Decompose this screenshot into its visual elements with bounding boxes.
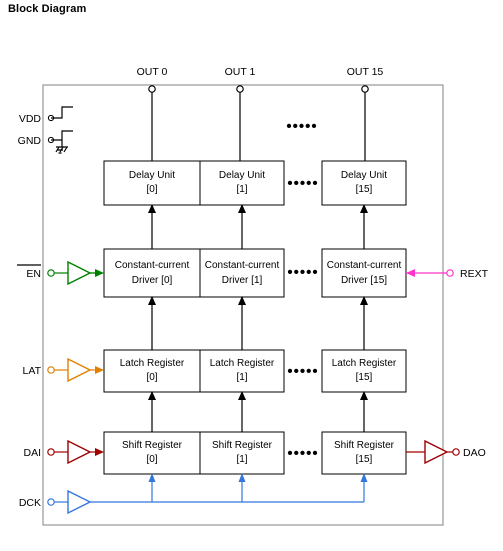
output-pin-1	[236, 85, 244, 93]
output-label-0: OUT 0	[137, 66, 168, 78]
latch-label-15-line2: [15]	[356, 372, 373, 383]
shift-block-1	[199, 431, 285, 475]
shift-label-1-line1: Shift Register	[212, 440, 273, 451]
output-label-1: OUT 1	[225, 66, 256, 78]
rext-label: REXT	[460, 268, 489, 280]
latch-label-0-line1: Latch Register	[120, 358, 185, 369]
latch-block-15	[321, 349, 407, 393]
gnd-label: GND	[18, 135, 42, 147]
shift-label-15-line2: [15]	[356, 454, 373, 465]
shift-label-0-line1: Shift Register	[122, 440, 183, 451]
delay-unit-label-15-line1: Delay Unit	[341, 170, 387, 181]
delay-unit-label-1-line1: Delay Unit	[219, 170, 265, 181]
en-pin	[47, 269, 55, 277]
dai-pin	[47, 448, 55, 456]
delay-unit-label-15-line2: [15]	[356, 184, 373, 195]
driver-label-1-line2: Driver [1]	[222, 275, 263, 286]
latch-label-1-line2: [1]	[236, 372, 247, 383]
output-pin-0	[148, 85, 156, 93]
latch-label-15-line1: Latch Register	[332, 358, 397, 369]
latch-label-0-line2: [0]	[146, 372, 157, 383]
dck-pin	[47, 498, 55, 506]
vdd-label: VDD	[19, 113, 42, 125]
latch-block-0	[103, 349, 201, 393]
delay-unit-block-1	[199, 160, 285, 206]
output-label-15: OUT 15	[347, 66, 384, 78]
delay-unit-block-15	[321, 160, 407, 206]
delay-unit-label-0-line1: Delay Unit	[129, 170, 175, 181]
dao-label: DAO	[463, 447, 486, 459]
latch-ellipsis: •••••	[287, 363, 318, 380]
delay-unit-label-1-line2: [1]	[236, 184, 247, 195]
latch-block-1	[199, 349, 285, 393]
delay-unit-ellipsis: •••••	[287, 175, 318, 192]
lat-label: LAT	[23, 365, 42, 377]
driver-label-15-line1: Constant-current	[327, 260, 402, 271]
driver-label-1-line1: Constant-current	[205, 260, 280, 271]
driver-label-0-line1: Constant-current	[115, 260, 190, 271]
shift-block-0	[103, 431, 201, 475]
dai-label: DAI	[23, 447, 41, 459]
shift-label-1-line2: [1]	[236, 454, 247, 465]
driver-label-0-line2: Driver [0]	[132, 275, 173, 286]
shift-block-15	[321, 431, 407, 475]
latch-label-1-line1: Latch Register	[210, 358, 275, 369]
output-ellipsis: •••••	[286, 118, 317, 135]
shift-label-15-line1: Shift Register	[334, 440, 395, 451]
delay-unit-label-0-line2: [0]	[146, 184, 157, 195]
en-label: EN	[26, 268, 41, 280]
delay-unit-block-0	[103, 160, 201, 206]
dck-label: DCK	[19, 497, 41, 509]
output-pin-15	[361, 85, 369, 93]
shift-ellipsis: •••••	[287, 445, 318, 462]
block-diagram: OUT 0 OUT 1 OUT 15 ••••• VDD GND Delay U…	[17, 66, 489, 526]
rext-pin	[446, 269, 454, 277]
lat-pin	[47, 366, 55, 374]
driver-label-15-line2: Driver [15]	[341, 275, 387, 286]
dao-pin	[452, 448, 460, 456]
shift-label-0-line2: [0]	[146, 454, 157, 465]
